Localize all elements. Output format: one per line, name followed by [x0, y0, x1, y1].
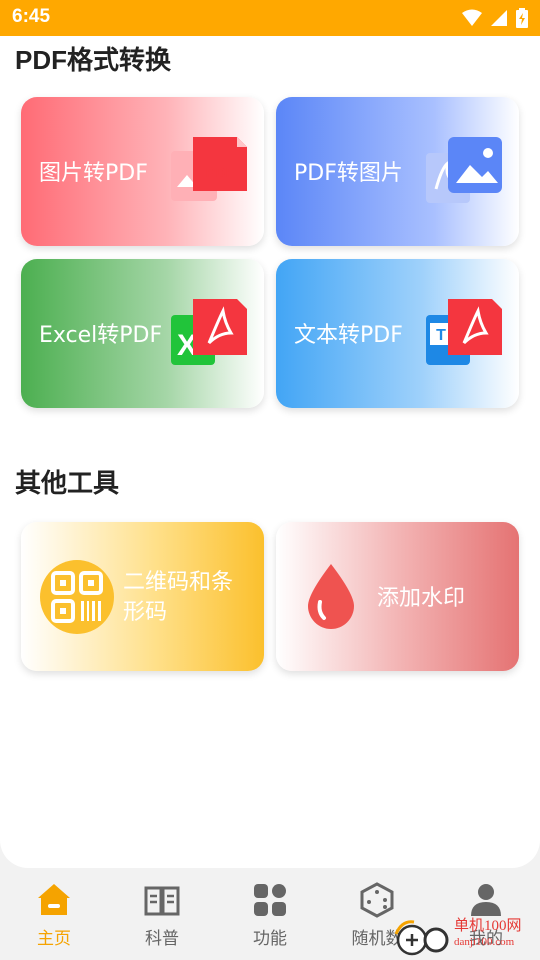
nav-label: 功能: [253, 929, 287, 949]
qrcode-barcode-button[interactable]: 二维码和条形码: [21, 522, 264, 671]
svg-text:T: T: [436, 327, 446, 344]
excel-to-pdf-icon: X: [171, 299, 247, 365]
tile-label: 文本转PDF: [294, 323, 403, 348]
status-icons: [462, 8, 528, 28]
user-icon: [471, 884, 501, 916]
excel-to-pdf-button[interactable]: Excel转PDF X: [21, 259, 264, 408]
nav-item-home[interactable]: 主页: [14, 882, 94, 949]
status-bar: 6:45: [0, 0, 540, 36]
nav-label: 主页: [37, 929, 71, 949]
add-watermark-button[interactable]: 添加水印: [276, 522, 519, 671]
grid-icon: [254, 884, 286, 916]
signal-icon: [491, 10, 507, 26]
image-to-pdf-icon: PDF: [171, 137, 247, 201]
site-watermark-title: 单机100网: [454, 918, 522, 934]
tile-label: 添加水印: [377, 586, 466, 611]
wifi-icon: [462, 9, 482, 26]
site-watermark: 单机100网 danji100.com: [454, 918, 522, 950]
qrcode-icon: [40, 560, 114, 634]
section-title-other-tools: 其他工具: [15, 468, 120, 498]
book-icon: [144, 886, 180, 916]
tile-label: 图片转PDF: [39, 161, 148, 186]
nav-item-science[interactable]: 科普: [122, 882, 202, 949]
text-to-pdf-icon: T: [426, 299, 502, 365]
site-watermark-logo: [394, 920, 449, 956]
tile-label: 二维码和条形码: [123, 570, 234, 625]
tile-label: Excel转PDF: [39, 323, 163, 348]
dice-icon: [360, 882, 394, 918]
image-to-pdf-button[interactable]: 图片转PDF PDF: [21, 97, 264, 246]
nav-item-features[interactable]: 功能: [230, 882, 310, 949]
water-drop-icon: [308, 564, 354, 629]
nav-label: 科普: [145, 929, 179, 949]
home-icon: [38, 884, 70, 915]
battery-icon: [516, 8, 528, 28]
site-watermark-url: danji100.com: [454, 936, 515, 948]
status-time: 6:45: [12, 6, 51, 27]
pdf-to-image-icon: [426, 137, 502, 203]
tile-label: PDF转图片: [294, 161, 403, 186]
section-title-pdf-convert: PDF格式转换: [15, 45, 172, 75]
text-to-pdf-button[interactable]: 文本转PDF T: [276, 259, 519, 408]
pdf-to-image-button[interactable]: PDF转图片: [276, 97, 519, 246]
